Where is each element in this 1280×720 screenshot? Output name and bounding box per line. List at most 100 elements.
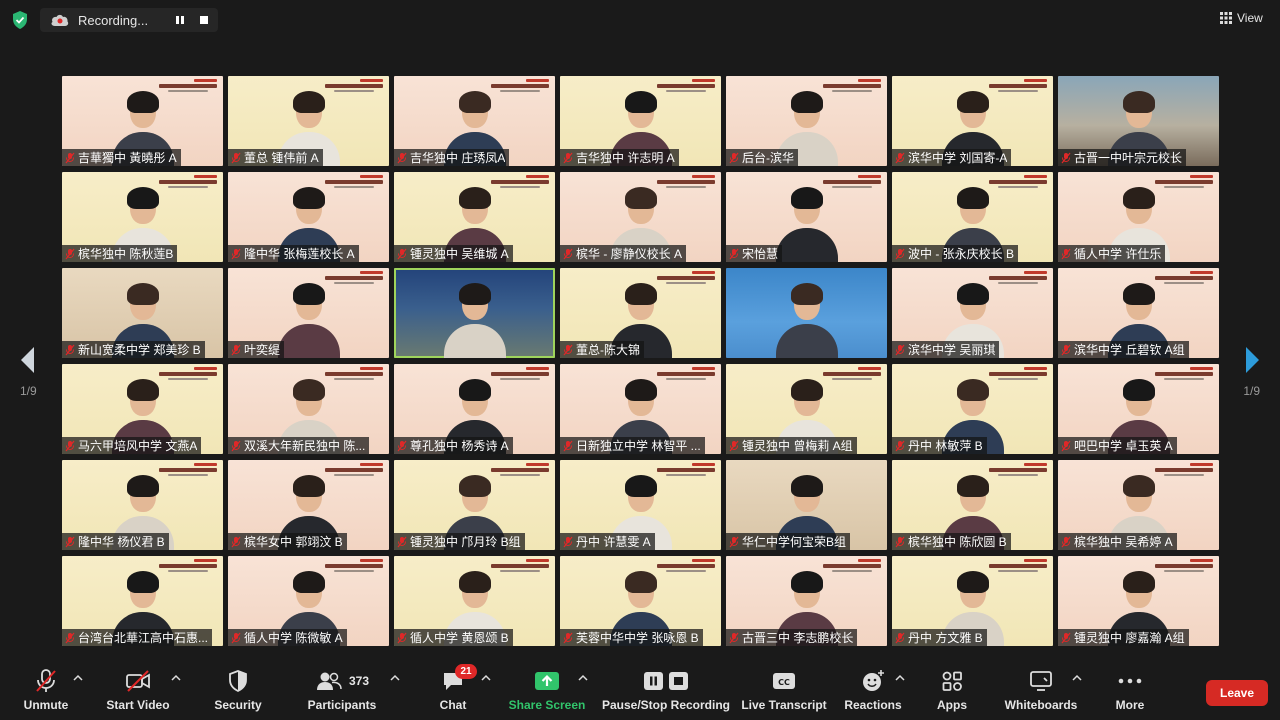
chat-options-caret-icon[interactable] bbox=[481, 674, 491, 682]
view-button[interactable]: View bbox=[1220, 8, 1270, 28]
participant-tile[interactable]: 芙蓉中华中学 张咏恩 B bbox=[560, 556, 721, 646]
participant-tile[interactable]: 循人中学 陈微敏 A bbox=[228, 556, 389, 646]
participant-tile[interactable]: 槟华独中 陈秋莲B bbox=[62, 172, 223, 262]
participants-button[interactable]: 373 Participants bbox=[306, 668, 378, 716]
mic-off-icon bbox=[563, 536, 573, 547]
next-page-arrow-icon[interactable] bbox=[1242, 345, 1262, 375]
participant-tile[interactable]: 吧巴中学 卓玉英 A bbox=[1058, 364, 1219, 454]
participant-tile[interactable]: 华仁中学何宝荣B组 bbox=[726, 460, 887, 550]
participant-tile[interactable]: 叶奕缇 bbox=[228, 268, 389, 358]
more-button[interactable]: More bbox=[1112, 668, 1148, 716]
participant-name-bar: 槟华 - 廖静仪校长 A bbox=[560, 245, 687, 262]
whiteboards-options-caret-icon[interactable] bbox=[1072, 674, 1082, 682]
participant-video bbox=[440, 278, 510, 358]
unmute-button[interactable]: Unmute bbox=[22, 668, 70, 716]
participant-name-bar: 吧巴中学 卓玉英 A bbox=[1058, 437, 1177, 454]
mic-off-icon bbox=[231, 248, 241, 259]
stop-recording-button[interactable] bbox=[194, 11, 214, 29]
participant-tile[interactable]: 吉华独中 庄琇凤A bbox=[394, 76, 555, 166]
whiteboard-icon bbox=[1030, 671, 1052, 691]
participant-name-bar: 锺灵独中 廖嘉瀚 A组 bbox=[1058, 629, 1189, 646]
participant-tile[interactable]: 尊孔独中 杨秀诗 A bbox=[394, 364, 555, 454]
apps-button[interactable]: Apps bbox=[934, 668, 970, 716]
participant-tile[interactable]: 吉華獨中 黃曉彤 A bbox=[62, 76, 223, 166]
participant-tile[interactable]: 新山宽柔中学 郑美珍 B bbox=[62, 268, 223, 358]
participant-tile[interactable]: 循人中学 许仕乐 bbox=[1058, 172, 1219, 262]
participant-tile[interactable]: 锺灵独中 廖嘉瀚 A组 bbox=[1058, 556, 1219, 646]
mic-off-icon bbox=[729, 536, 739, 547]
participant-tile[interactable]: 丹中 林敏萍 B bbox=[892, 364, 1053, 454]
participant-tile[interactable]: 槟华独中 吴希婷 A bbox=[1058, 460, 1219, 550]
participant-tile[interactable]: 吉华独中 许志明 A bbox=[560, 76, 721, 166]
participant-name-bar: 波中 - 张永庆校长 B bbox=[892, 245, 1019, 262]
participant-tile[interactable]: 槟华独中 陈欣圆 B bbox=[892, 460, 1053, 550]
participant-tile[interactable] bbox=[394, 268, 555, 358]
participant-name: 尊孔独中 杨秀诗 A bbox=[410, 439, 509, 453]
participant-tile[interactable]: 丹中 方文雅 B bbox=[892, 556, 1053, 646]
participant-name: 槟华独中 吴希婷 A bbox=[1074, 535, 1173, 549]
pause-recording-button[interactable] bbox=[170, 11, 190, 29]
participant-tile[interactable]: 董总-陈大锦 bbox=[560, 268, 721, 358]
leave-meeting-button[interactable]: Leave bbox=[1206, 680, 1268, 706]
start-video-button[interactable]: Start Video bbox=[106, 668, 170, 716]
participant-name: 槟华独中 陈秋莲B bbox=[78, 247, 174, 261]
live-transcript-button[interactable]: CC Live Transcript bbox=[741, 668, 827, 716]
cloud-recording-icon bbox=[51, 14, 69, 26]
reactions-options-caret-icon[interactable] bbox=[895, 674, 905, 682]
share-screen-button[interactable]: Share Screen bbox=[509, 668, 585, 716]
participants-options-caret-icon[interactable] bbox=[390, 674, 400, 682]
participant-tile[interactable]: 槟华女中 郭翊汶 B bbox=[228, 460, 389, 550]
whiteboards-button[interactable]: Whiteboards bbox=[1002, 668, 1080, 716]
participant-tile[interactable]: 后台-滨华 bbox=[726, 76, 887, 166]
reactions-smiley-icon bbox=[863, 670, 884, 691]
reactions-button[interactable]: Reactions bbox=[844, 668, 902, 716]
participant-name-bar: 滨华中学 吴丽琪 bbox=[892, 341, 1000, 358]
apps-label: Apps bbox=[937, 698, 967, 712]
participant-tile[interactable]: 董总 锺伟前 A bbox=[228, 76, 389, 166]
participant-name-bar: 尊孔独中 杨秀诗 A bbox=[394, 437, 513, 454]
participant-name-bar: 芙蓉中华中学 张咏恩 B bbox=[560, 629, 703, 646]
mic-off-icon bbox=[895, 152, 905, 163]
participant-tile[interactable]: 古晋一中叶宗元校长 bbox=[1058, 76, 1219, 166]
participant-name-bar: 后台-滨华 bbox=[726, 149, 798, 166]
participant-tile[interactable]: 循人中学 黄恩颂 B bbox=[394, 556, 555, 646]
participant-tile[interactable]: 台湾台北華江高中石惠... bbox=[62, 556, 223, 646]
mic-off-icon bbox=[895, 344, 905, 355]
participant-tile[interactable]: 隆中华 杨仪君 B bbox=[62, 460, 223, 550]
participant-tile[interactable]: 古晋三中 李志鹏校长 bbox=[726, 556, 887, 646]
participant-tile[interactable] bbox=[726, 268, 887, 358]
participant-tile[interactable]: 双溪大年新民独中 陈... bbox=[228, 364, 389, 454]
participant-name: 槟华 - 廖静仪校长 A bbox=[576, 247, 683, 261]
participant-name: 锺灵独中 曾梅莉 A组 bbox=[742, 439, 853, 453]
participant-name-bar: 叶奕缇 bbox=[228, 341, 285, 358]
participant-tile[interactable]: 滨华中学 刘国寄-A bbox=[892, 76, 1053, 166]
pause-stop-recording-button[interactable]: Pause/Stop Recording bbox=[602, 668, 730, 716]
video-options-caret-icon[interactable] bbox=[171, 674, 181, 682]
security-label: Security bbox=[214, 698, 262, 712]
participant-name: 吉华独中 许志明 A bbox=[576, 151, 675, 165]
participant-tile[interactable]: 槟华 - 廖静仪校长 A bbox=[560, 172, 721, 262]
chat-button[interactable]: 21 Chat bbox=[436, 664, 477, 716]
audio-options-caret-icon[interactable] bbox=[73, 674, 83, 682]
participant-name-bar: 锺灵独中 曾梅莉 A组 bbox=[726, 437, 857, 454]
participant-tile[interactable]: 隆中华 张梅莲校长 A bbox=[228, 172, 389, 262]
participant-tile[interactable]: 丹中 许慧雯 A bbox=[560, 460, 721, 550]
participant-tile[interactable]: 滨华中学 吴丽琪 bbox=[892, 268, 1053, 358]
participant-tile[interactable]: 锺灵独中 曾梅莉 A组 bbox=[726, 364, 887, 454]
participants-icon bbox=[316, 672, 342, 690]
participant-tile[interactable]: 波中 - 张永庆校长 B bbox=[892, 172, 1053, 262]
participant-name-bar: 董总-陈大锦 bbox=[560, 341, 644, 358]
participant-tile[interactable]: 马六甲培风中学 文燕A bbox=[62, 364, 223, 454]
participant-tile[interactable]: 锺灵独中 吴维城 A bbox=[394, 172, 555, 262]
participant-tile[interactable]: 日新独立中学 林智平 ... bbox=[560, 364, 721, 454]
participant-tile[interactable]: 锺灵独中 邝月玲 B组 bbox=[394, 460, 555, 550]
share-options-caret-icon[interactable] bbox=[578, 674, 588, 682]
previous-page-arrow-icon[interactable] bbox=[18, 345, 38, 375]
page-indicator-right: 1/9 bbox=[1243, 384, 1260, 398]
participant-name: 槟华女中 郭翊汶 B bbox=[244, 535, 343, 549]
participant-tile[interactable]: 滨华中学 丘碧钦 A组 bbox=[1058, 268, 1219, 358]
encryption-shield-icon[interactable] bbox=[10, 10, 30, 30]
participant-tile[interactable]: 宋怡慧 bbox=[726, 172, 887, 262]
participant-name-bar: 槟华女中 郭翊汶 B bbox=[228, 533, 347, 550]
security-button[interactable]: Security bbox=[212, 668, 264, 716]
